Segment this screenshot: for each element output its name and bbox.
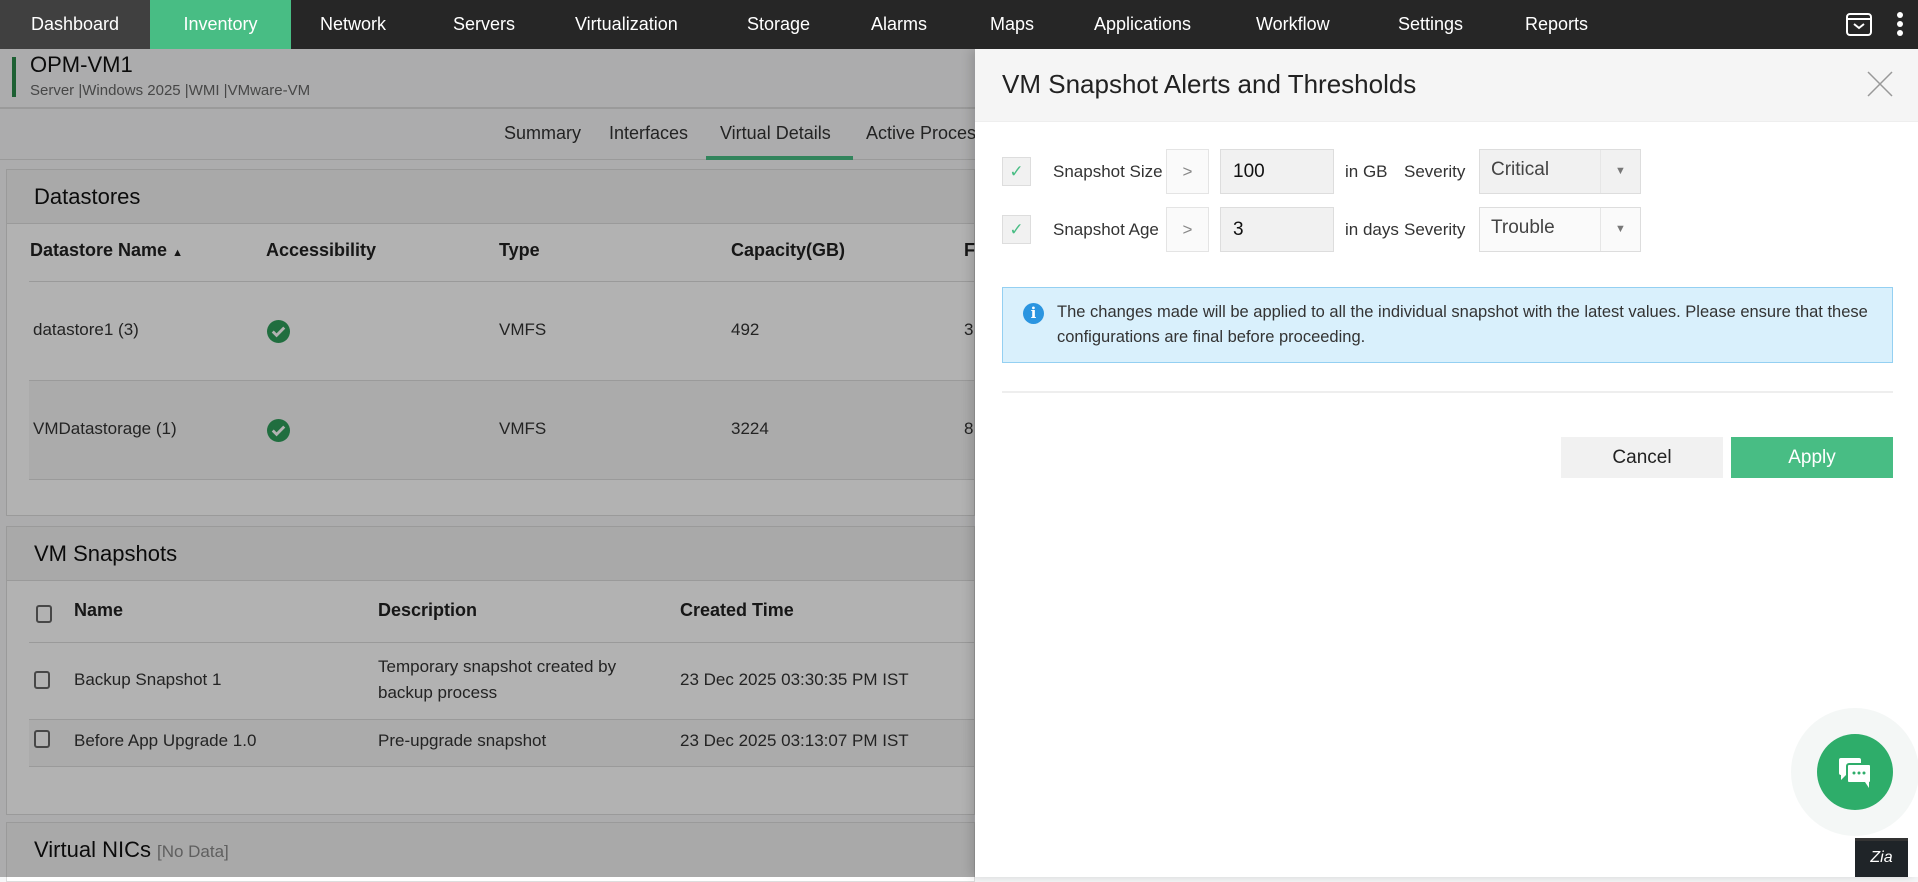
zia-button[interactable]: Zia: [1855, 838, 1908, 877]
nav-storage[interactable]: Storage: [747, 0, 810, 49]
nav-virtualization[interactable]: Virtualization: [575, 0, 678, 49]
operator-box: >: [1166, 207, 1209, 252]
nav-servers[interactable]: Servers: [453, 0, 515, 49]
nav-settings[interactable]: Settings: [1398, 0, 1463, 49]
chat-button[interactable]: [1817, 734, 1893, 810]
chevron-down-icon: ▼: [1600, 150, 1640, 193]
nav-alarms[interactable]: Alarms: [871, 0, 927, 49]
nav-dashboard[interactable]: Dashboard: [0, 0, 150, 49]
cancel-button[interactable]: Cancel: [1561, 437, 1723, 478]
dialog-title: VM Snapshot Alerts and Thresholds: [1002, 69, 1417, 99]
snapshot-size-checkbox[interactable]: ✓: [1002, 157, 1031, 186]
snapshot-size-input[interactable]: 100: [1220, 149, 1334, 194]
severity-label: Severity: [1404, 162, 1466, 181]
snapshot-age-label: Snapshot Age: [1053, 220, 1159, 239]
snapshot-age-checkbox[interactable]: ✓: [1002, 215, 1031, 244]
unit-label: in GB: [1345, 162, 1388, 181]
close-icon[interactable]: [1867, 71, 1893, 97]
nav-reports[interactable]: Reports: [1525, 0, 1588, 49]
snapshot-size-label: Snapshot Size: [1053, 162, 1163, 181]
modal-backdrop[interactable]: [0, 49, 975, 877]
window-dropdown-icon[interactable]: [1846, 13, 1872, 36]
divider: [1002, 391, 1893, 393]
snapshot-thresholds-dialog: VM Snapshot Alerts and Thresholds ✓ Snap…: [975, 49, 1918, 877]
info-banner: i The changes made will be applied to al…: [1002, 287, 1893, 363]
chat-icon: [1839, 758, 1872, 788]
severity-label: Severity: [1404, 220, 1466, 239]
nav-applications[interactable]: Applications: [1094, 0, 1191, 49]
severity-select[interactable]: Trouble ▼: [1479, 207, 1641, 252]
nav-inventory[interactable]: Inventory: [150, 0, 291, 49]
operator-box: >: [1166, 149, 1209, 194]
nav-workflow[interactable]: Workflow: [1256, 0, 1330, 49]
more-vertical-icon[interactable]: [1895, 11, 1905, 37]
chevron-down-icon: ▼: [1600, 208, 1640, 251]
nav-maps[interactable]: Maps: [990, 0, 1034, 49]
severity-select[interactable]: Critical ▼: [1479, 149, 1641, 194]
nav-network[interactable]: Network: [320, 0, 386, 49]
apply-button[interactable]: Apply: [1731, 437, 1893, 478]
unit-label: in days: [1345, 220, 1399, 239]
top-nav: Dashboard Inventory Network Servers Virt…: [0, 0, 1918, 49]
snapshot-age-input[interactable]: 3: [1220, 207, 1334, 252]
info-text: The changes made will be applied to all …: [1057, 303, 1868, 346]
info-icon: i: [1023, 303, 1044, 324]
